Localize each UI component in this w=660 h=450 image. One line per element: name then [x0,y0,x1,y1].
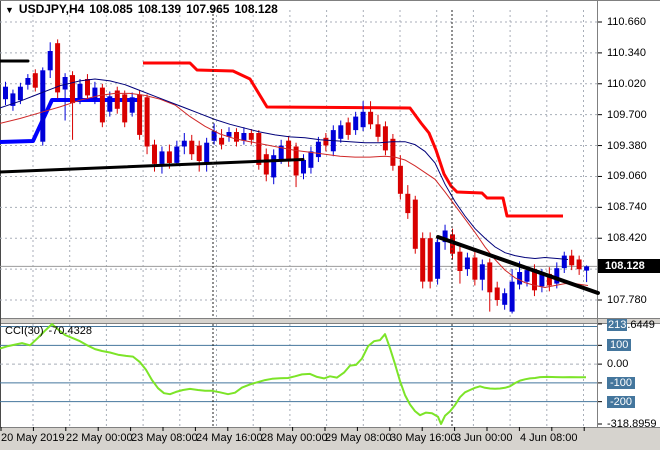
cci-value: -70.4328 [48,325,92,337]
cci-axis-label: 0.00 [607,358,629,371]
cci-axis-label: 100 [607,339,632,352]
time-axis-label: 4 Jun 08:00 [520,432,578,444]
dropdown-icon[interactable]: ▼ [5,5,14,15]
close-value: 108.128 [234,2,278,16]
cci-indicator-label: CCI(30) -70.4328 [5,325,97,337]
cci-axis-label: -200 [607,395,636,408]
cci-axis-label: -100 [607,376,636,389]
time-axis-label: 23 May 08:00 [131,432,198,444]
chart-title-bar[interactable]: ▼ USDJPY,H4 108.085 108.139 107.965 108.128 [5,2,283,16]
time-axis-label: 30 May 16:00 [390,432,457,444]
high-value: 108.139 [137,2,182,16]
open-value: 108.085 [89,2,133,16]
cci-axis[interactable]: 213.6449 100 0.00 -100 -200 -318.8959 [598,0,660,430]
time-axis-label: 28 May 00:00 [261,432,328,444]
low-value: 107.965 [186,2,230,16]
cci-name: CCI(30) [5,325,44,337]
mt4-chart-window: ▼ USDJPY,H4 108.085 108.139 107.965 108.128 C… [0,0,660,450]
time-axis-label: 29 May 08:00 [325,432,392,444]
symbol-period-label: USDJPY,H4 [18,2,85,16]
time-axis[interactable]: 20 May 2019 22 May 00:00 23 May 08:00 24 Ma… [0,427,660,450]
time-axis-label: 20 May 2019 [1,432,65,444]
cci-axis-label: 213.6449 [607,319,655,331]
time-axis-label: 22 May 00:00 [66,432,133,444]
time-axis-label: 3 Jun 00:00 [455,432,513,444]
chart-canvas[interactable] [0,0,660,450]
time-axis-label: 24 May 16:00 [196,432,263,444]
